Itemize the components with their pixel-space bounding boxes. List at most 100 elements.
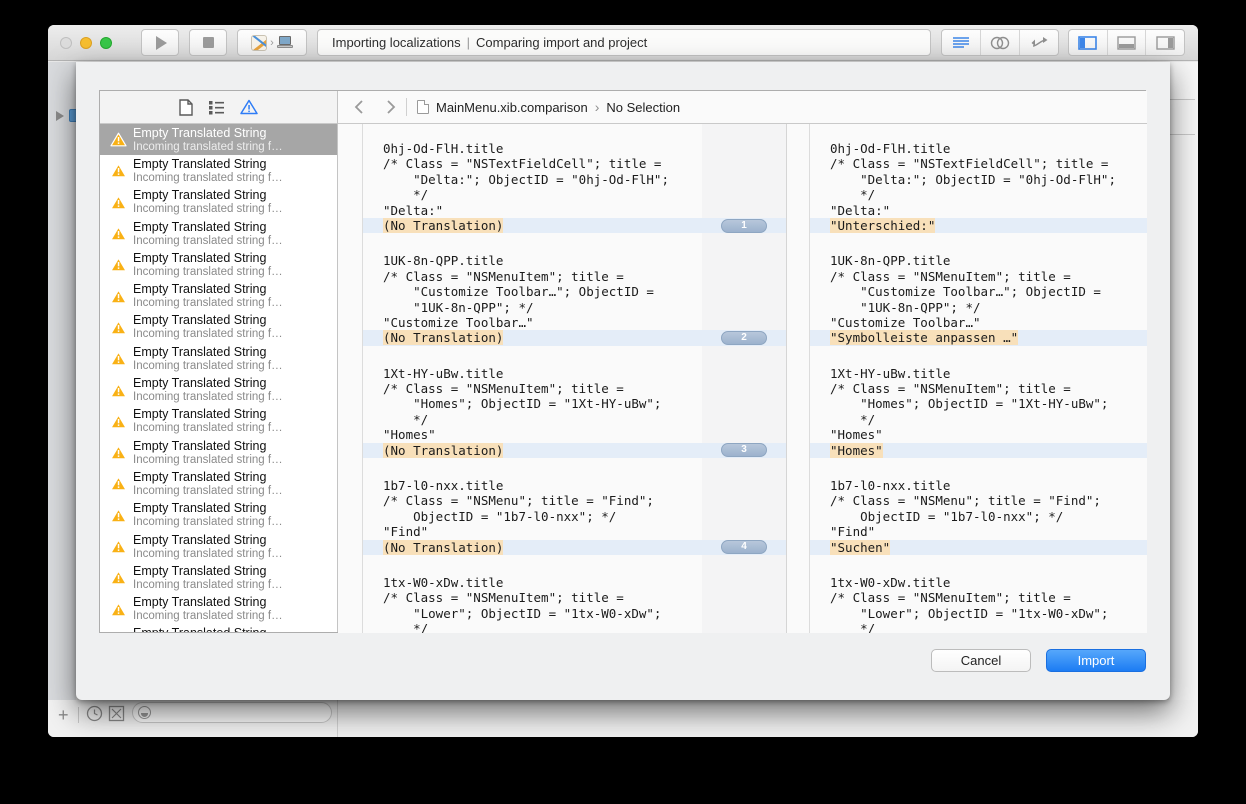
issue-row[interactable]: Empty Translated StringIncoming translat… [100,218,337,249]
warning-icon [110,163,127,178]
run-button[interactable] [141,29,179,56]
forward-chevron-icon[interactable] [386,99,396,115]
diff-badge[interactable]: 2 [721,331,767,345]
minimize-window-button[interactable] [80,37,92,49]
issue-text: Empty Translated StringIncoming translat… [133,251,283,279]
ribbon-line [702,412,786,427]
code-block: 1b7-l0-nxx.title/* Class = "NSMenu"; tit… [363,478,702,555]
diff-line: "Unterschied:" [810,218,1147,233]
warning-icon [110,289,127,304]
code-block: 1Xt-HY-uBw.title/* Class = "NSMenuItem";… [363,366,702,458]
issue-row[interactable]: Empty Translated StringIncoming translat… [100,437,337,468]
diff-line: "Symbolleiste anpassen …" [810,330,1147,345]
diff-badge[interactable]: 3 [721,443,767,457]
diff-highlight: "Suchen" [830,540,890,555]
code-line: "Homes" [810,427,1147,442]
document-icon[interactable] [179,99,193,116]
code-line: "1UK-8n-QPP"; */ [810,300,1147,315]
ribbon-line [702,156,786,171]
back-chevron-icon[interactable] [354,99,364,115]
assistant-editor-button[interactable] [981,30,1020,55]
assistant-circles-icon [990,36,1010,50]
issue-row[interactable]: Empty Translated StringIncoming translat… [100,468,337,499]
issue-row[interactable]: Empty Translated StringIncoming translat… [100,155,337,186]
issue-text: Empty Translated StringIncoming translat… [133,533,283,561]
issue-row[interactable]: Empty Translated StringIncoming translat… [100,124,337,155]
diff-badge[interactable]: 1 [721,219,767,233]
issue-row[interactable]: Empty Translated StringIncoming translat… [100,406,337,437]
ribbon-block: 3 [702,366,786,458]
issue-row[interactable]: Empty Translated StringIncoming translat… [100,343,337,374]
breadcrumb-selection[interactable]: No Selection [606,100,680,115]
issue-title: Empty Translated String [133,501,283,516]
debug-area-panel-button[interactable] [1108,30,1147,55]
code-line: */ [810,412,1147,427]
ribbon-line [702,575,786,590]
project-pane[interactable]: 0hj-Od-FlH.title/* Class = "NSTextFieldC… [787,124,1147,633]
activity-divider: | [467,35,470,50]
code-line: /* Class = "NSMenuItem"; title = [810,269,1147,284]
navigator-panel-button[interactable] [1069,30,1108,55]
breadcrumb-separator: › [595,99,600,115]
issues-sidebar: Empty Translated String Incoming translat… [100,91,338,632]
laptop-icon [277,36,293,49]
diff-ribbon-content: 1 2 3 4 [702,124,786,633]
issue-text: Empty Translated StringIncoming translat… [133,376,283,404]
disclosure-triangle-icon[interactable] [56,111,64,121]
code-line: "Lower"; ObjectID = "1tx-W0-xDw"; [363,606,702,621]
issue-subtitle: Incoming translated string f… [133,297,283,310]
issue-row[interactable]: Empty Translated StringIncoming translat… [100,312,337,343]
issue-subtitle: Incoming translated string f… [133,203,283,216]
issue-row[interactable]: Empty Translated StringIncoming translat… [100,593,337,624]
ribbon-line [702,366,786,381]
ribbon-line [702,187,786,202]
import-button[interactable]: Import [1046,649,1146,672]
list-icon[interactable] [208,100,225,115]
code-line: /* Class = "NSMenuItem"; title = [363,381,702,396]
code-line: /* Class = "NSTextFieldCell"; title = [810,156,1147,171]
issue-title: Empty Translated String [133,376,283,391]
code-line: 1UK-8n-QPP.title [810,253,1147,268]
stop-button[interactable] [189,29,227,56]
standard-editor-button[interactable] [942,30,981,55]
issue-row[interactable]: Empty Translated StringIncoming translat… [100,249,337,280]
code-line: "Homes" [363,427,702,442]
issue-row[interactable]: Empty Translated StringIncoming translat… [100,531,337,562]
inspector-panel-icon [1156,36,1175,50]
filter-input[interactable] [132,702,332,723]
scheme-selector[interactable]: › [237,29,307,56]
issue-row[interactable]: Empty Translated StringIncoming translat… [100,625,337,632]
frame-icon[interactable] [108,705,125,722]
issue-row[interactable]: Empty Translated StringIncoming translat… [100,500,337,531]
diff-badge[interactable]: 4 [721,540,767,554]
utilities-panel-button[interactable] [1146,30,1184,55]
ribbon-line [702,381,786,396]
cancel-button[interactable]: Cancel [931,649,1031,672]
add-button[interactable]: + [58,705,69,726]
code-line: ObjectID = "1b7-l0-nxx"; */ [810,509,1147,524]
warning-icon [110,602,127,617]
code-line: */ [810,187,1147,202]
issue-row[interactable]: Empty Translated StringIncoming translat… [100,562,337,593]
issue-title: Empty Translated String [133,157,283,172]
diff-line: (No Translation) [363,218,702,233]
warning-triangle-icon[interactable] [240,99,258,115]
version-editor-button[interactable] [1020,30,1058,55]
issue-row[interactable]: Empty Translated StringIncoming translat… [100,280,337,311]
activity-status-bar: Importing localizations | Comparing impo… [317,29,931,56]
issue-row[interactable]: Empty Translated StringIncoming translat… [100,374,337,405]
issue-row[interactable]: Empty Translated StringIncoming translat… [100,187,337,218]
clock-icon[interactable] [86,705,103,722]
import-source-pane[interactable]: 0hj-Od-FlH.title/* Class = "NSTextFieldC… [338,124,702,633]
issue-title: Empty Translated String [133,251,283,266]
issue-title: Empty Translated String [133,126,283,141]
issue-subtitle: Incoming translated string f… [133,422,283,435]
zoom-window-button[interactable] [100,37,112,49]
issue-text: Empty Translated StringIncoming translat… [133,407,283,435]
diff-line: "Homes" [810,443,1147,458]
close-window-button[interactable] [60,37,72,49]
ribbon-line [702,284,786,299]
issue-subtitle: Incoming translated string f… [133,235,283,248]
code-line: /* Class = "NSMenuItem"; title = [810,381,1147,396]
breadcrumb-file[interactable]: MainMenu.xib.comparison [436,100,588,115]
